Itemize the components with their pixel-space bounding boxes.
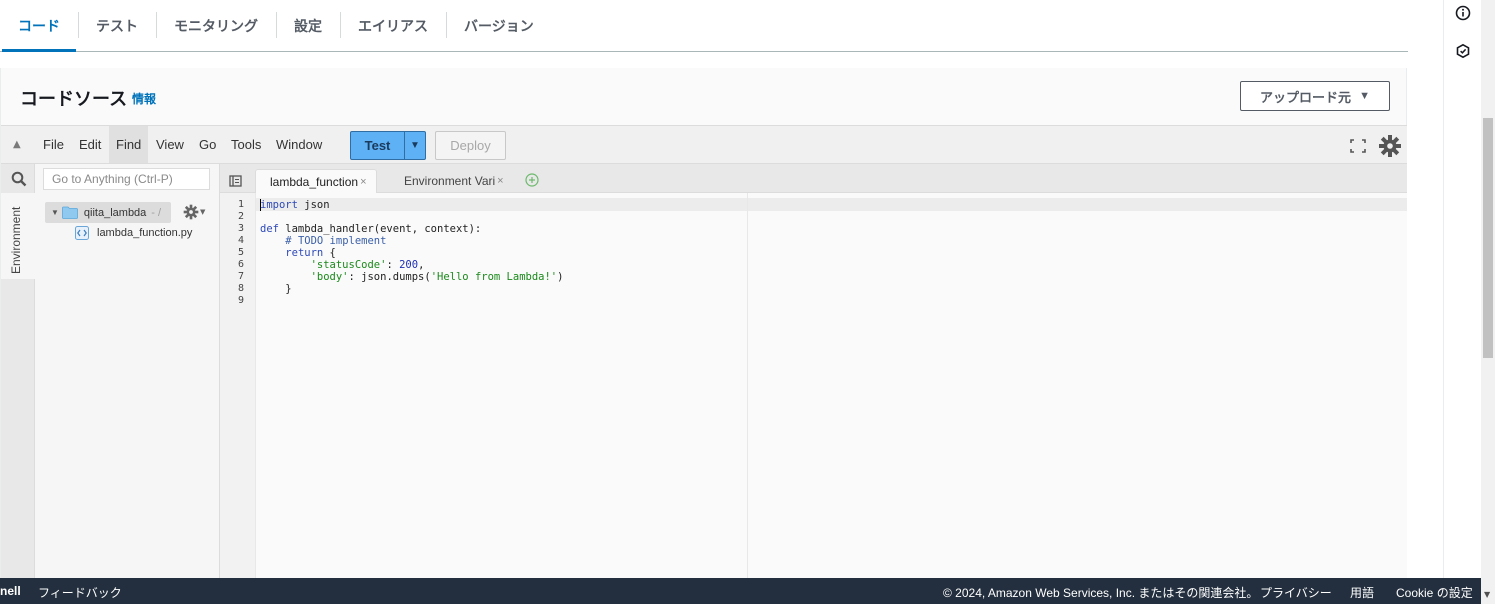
- panel-title: コードソース: [20, 89, 128, 110]
- line-number: 5: [237, 247, 244, 258]
- editor-tab-bar: lambda_function × Environment Vari ×: [220, 164, 1407, 193]
- help-rail: [1443, 0, 1481, 578]
- collapse-menu-icon[interactable]: ▲: [13, 139, 21, 150]
- folder-path: - /: [151, 206, 162, 219]
- close-icon[interactable]: ×: [360, 176, 366, 188]
- tab-code-label: コード: [18, 18, 60, 35]
- tab-test[interactable]: テスト: [78, 0, 156, 51]
- menu-file[interactable]: File: [36, 126, 71, 163]
- file-tree: ▼ qiita_lambda - / ▼ lambda_function.py: [35, 164, 220, 579]
- code-line: return {: [285, 247, 336, 259]
- python-file-icon: [75, 226, 89, 240]
- cloudshell-link[interactable]: nell: [0, 584, 21, 598]
- side-panel-tabs: Environment: [1, 164, 35, 579]
- line-number: 4: [237, 235, 244, 246]
- page-scrollbar[interactable]: ▼: [1481, 0, 1495, 604]
- code-line: }: [260, 283, 292, 295]
- code-line: import json: [260, 199, 330, 211]
- tab-versions[interactable]: バージョン: [446, 0, 552, 51]
- info-link[interactable]: 情報: [132, 90, 156, 107]
- privacy-link[interactable]: プライバシー: [1260, 584, 1332, 601]
- tab-code[interactable]: コード: [0, 0, 78, 52]
- line-number: 1: [237, 199, 244, 210]
- environment-tab-label: Environment: [9, 206, 23, 274]
- test-split-button: Test ▼: [350, 131, 426, 160]
- menu-go[interactable]: Go: [192, 126, 223, 163]
- function-tabs: コード テスト モニタリング 設定 エイリアス バージョン: [0, 0, 1408, 52]
- info-icon[interactable]: [1454, 4, 1472, 22]
- deploy-button[interactable]: Deploy: [435, 131, 506, 160]
- line-number: 3: [237, 223, 244, 234]
- close-icon[interactable]: ×: [497, 175, 503, 187]
- folder-name: qiita_lambda: [83, 206, 147, 219]
- tab-configuration-label: 設定: [294, 18, 322, 35]
- goto-anything-input[interactable]: [43, 168, 210, 190]
- menu-find[interactable]: Find: [109, 126, 149, 163]
- tab-aliases[interactable]: エイリアス: [340, 0, 446, 51]
- print-margin: [747, 193, 748, 579]
- preferences-gear-icon[interactable]: [1378, 134, 1402, 158]
- tree-settings-gear-icon[interactable]: ▼: [183, 204, 207, 220]
- fullscreen-icon[interactable]: [1349, 138, 1367, 154]
- editor-tab-label: lambda_function: [270, 174, 359, 189]
- console-footer: nell フィードバック © 2024, Amazon Web Services…: [0, 578, 1481, 604]
- line-number: 6: [237, 259, 244, 270]
- tab-versions-label: バージョン: [464, 18, 534, 35]
- code-line: 'body': json.dumps('Hello from Lambda!'): [310, 271, 564, 283]
- code-source-panel: コードソース 情報 アップロード元 ▼ ▲ File Edit Find Vie…: [0, 68, 1407, 579]
- tree-folder-root[interactable]: ▼ qiita_lambda - /: [45, 202, 171, 223]
- line-number: 2: [237, 211, 244, 222]
- cookie-settings-link[interactable]: Cookie の設定: [1396, 584, 1473, 601]
- folder-icon: [62, 206, 78, 219]
- editor-tab-lambda-function[interactable]: lambda_function ×: [255, 169, 377, 193]
- tab-list-icon[interactable]: [229, 172, 242, 187]
- terms-link[interactable]: 用語: [1350, 584, 1374, 601]
- code-line: def lambda_handler(event, context):: [260, 223, 482, 235]
- editor-tab-environment-variables[interactable]: Environment Vari ×: [390, 169, 512, 193]
- tab-test-label: テスト: [96, 18, 138, 35]
- add-tab-icon[interactable]: [525, 172, 539, 187]
- line-number: 7: [237, 271, 244, 282]
- feedback-link[interactable]: フィードバック: [38, 584, 122, 601]
- tab-monitoring[interactable]: モニタリング: [156, 0, 276, 51]
- tab-monitoring-label: モニタリング: [174, 18, 258, 35]
- test-dropdown-icon[interactable]: ▼: [405, 132, 425, 159]
- code-line: 'statusCode': 200,: [310, 259, 425, 271]
- upload-from-button[interactable]: アップロード元 ▼: [1240, 81, 1390, 111]
- copyright-text: © 2024, Amazon Web Services, Inc. またはその関…: [943, 586, 1259, 600]
- code-line: # TODO implement: [285, 235, 387, 247]
- upload-from-label: アップロード元: [1260, 89, 1352, 105]
- code-editor[interactable]: import json def lambda_handler(event, co…: [256, 193, 1407, 579]
- menu-view[interactable]: View: [149, 126, 191, 163]
- search-icon[interactable]: [11, 171, 27, 187]
- tab-aliases-label: エイリアス: [358, 18, 428, 35]
- line-number: 8: [237, 283, 244, 294]
- cloud9-ide: ▲ File Edit Find View Go Tools Window Te…: [1, 125, 1407, 579]
- active-line-highlight: [256, 198, 1407, 211]
- file-name: lambda_function.py: [97, 227, 193, 239]
- line-number: 9: [237, 295, 244, 306]
- shield-status-icon[interactable]: [1454, 42, 1472, 60]
- menu-tools[interactable]: Tools: [224, 126, 268, 163]
- caret-down-icon: ▼: [1359, 90, 1370, 102]
- menu-edit[interactable]: Edit: [72, 126, 108, 163]
- tab-configuration[interactable]: 設定: [276, 0, 340, 51]
- line-number-gutter: 1 2 3 4 5 6 7 8 9: [220, 193, 256, 579]
- editor-tab-label: Environment Vari: [404, 174, 496, 188]
- tree-file-lambda[interactable]: lambda_function.py: [75, 226, 192, 240]
- folder-caret-icon[interactable]: ▼: [51, 208, 59, 217]
- scroll-down-arrow-icon[interactable]: ▼: [1484, 590, 1490, 599]
- ide-menubar: ▲ File Edit Find View Go Tools Window Te…: [1, 126, 1407, 164]
- scrollbar-thumb[interactable]: [1483, 118, 1493, 358]
- menu-window[interactable]: Window: [269, 126, 329, 163]
- panel-header: コードソース 情報 アップロード元 ▼: [1, 68, 1406, 125]
- test-button[interactable]: Test: [351, 132, 405, 159]
